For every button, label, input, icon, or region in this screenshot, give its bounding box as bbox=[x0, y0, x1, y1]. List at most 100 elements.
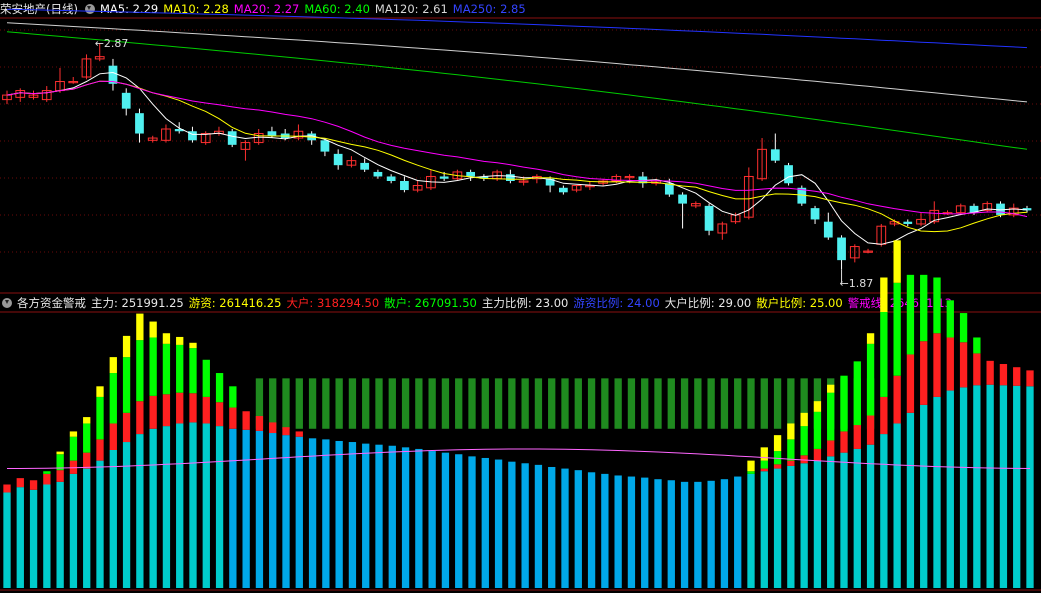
big-holder-bar bbox=[255, 416, 264, 431]
candle-body bbox=[386, 176, 396, 181]
retail-bar bbox=[162, 343, 171, 395]
big-holder-bar bbox=[229, 407, 237, 429]
main-force-bar bbox=[428, 451, 436, 588]
main-force-bar bbox=[906, 412, 915, 588]
main-force-bar bbox=[508, 461, 516, 588]
main-force-bar bbox=[308, 438, 317, 588]
dark-band-bar bbox=[441, 378, 450, 429]
main-force-bar bbox=[83, 468, 91, 588]
main-force-bar bbox=[654, 479, 662, 588]
main-force-bar bbox=[1013, 385, 1021, 588]
dark-band-bar bbox=[654, 378, 662, 429]
big-holder-bar bbox=[176, 392, 184, 424]
hot-money-bar bbox=[149, 321, 157, 338]
retail-bar bbox=[229, 386, 237, 408]
big-holder-bar bbox=[3, 484, 11, 493]
big-holder-bar bbox=[282, 427, 290, 436]
dark-band-bar bbox=[787, 378, 795, 429]
main-force-bar bbox=[375, 444, 383, 588]
retail-bar bbox=[973, 337, 981, 354]
big-holder-bar bbox=[920, 341, 928, 405]
ma120-line bbox=[6, 22, 1028, 103]
main-force-bar bbox=[255, 430, 264, 588]
big-holder-bar bbox=[16, 478, 24, 488]
candle-body bbox=[903, 221, 913, 224]
main-force-bar bbox=[773, 468, 782, 588]
candle-body bbox=[810, 208, 820, 220]
dark-band-bar bbox=[627, 378, 636, 429]
main-force-bar bbox=[109, 450, 117, 588]
ma20-line bbox=[6, 80, 1028, 218]
candle-body bbox=[135, 113, 144, 134]
ma5-line bbox=[6, 71, 1028, 245]
main-force-bar bbox=[56, 481, 64, 588]
main-force-bar bbox=[348, 442, 357, 588]
dark-band-bar bbox=[667, 378, 675, 429]
dark-band-bar bbox=[734, 378, 742, 429]
dark-band-bar bbox=[322, 378, 330, 429]
retail-bar bbox=[189, 348, 197, 394]
retail-bar bbox=[202, 359, 210, 397]
dark-band-bar bbox=[362, 378, 370, 429]
main-force-bar bbox=[787, 465, 795, 588]
main-force-bar bbox=[3, 492, 11, 588]
main-force-bar bbox=[521, 463, 529, 588]
dark-band-bar bbox=[574, 378, 582, 429]
main-force-bar bbox=[641, 477, 649, 588]
main-force-bar bbox=[800, 463, 808, 588]
main-force-bar bbox=[401, 447, 410, 588]
hot-money-bar bbox=[56, 451, 64, 455]
main-force-bar bbox=[481, 457, 489, 588]
big-holder-bar bbox=[149, 395, 157, 429]
candle-body bbox=[784, 165, 793, 184]
dark-band-bar bbox=[694, 378, 702, 429]
main-force-bar bbox=[1026, 386, 1034, 588]
main-force-bar bbox=[136, 434, 144, 588]
retail-bar bbox=[96, 396, 104, 440]
main-force-bar bbox=[680, 481, 689, 588]
main-force-bar bbox=[229, 428, 237, 588]
dark-band-bar bbox=[335, 378, 343, 429]
hot-money-bar bbox=[96, 386, 104, 397]
main-force-bar bbox=[162, 426, 171, 588]
dark-band-bar bbox=[388, 378, 396, 429]
main-force-bar bbox=[920, 404, 928, 588]
dark-band-bar bbox=[508, 378, 516, 429]
candle-body bbox=[466, 171, 476, 177]
main-force-bar bbox=[176, 423, 184, 588]
big-holder-bar bbox=[906, 354, 915, 413]
dark-band-bar bbox=[720, 378, 729, 429]
retail-bar bbox=[813, 411, 822, 449]
hot-money-bar bbox=[162, 333, 171, 344]
dark-band-bar bbox=[601, 378, 609, 429]
candle-body bbox=[373, 171, 383, 177]
main-force-bar bbox=[441, 452, 450, 588]
big-holder-bar bbox=[800, 455, 808, 464]
big-holder-bar bbox=[1026, 370, 1034, 387]
main-force-bar bbox=[548, 466, 556, 588]
main-force-bar bbox=[69, 473, 78, 588]
big-holder-bar bbox=[853, 425, 861, 449]
candle-body bbox=[837, 237, 846, 261]
main-force-bar bbox=[215, 426, 224, 588]
candle-body bbox=[823, 221, 833, 238]
dark-band-bar bbox=[773, 378, 782, 429]
main-force-bar bbox=[242, 429, 250, 588]
hot-money-bar bbox=[893, 240, 901, 283]
retail-bar bbox=[176, 344, 184, 393]
main-force-bar bbox=[866, 444, 875, 588]
big-holder-bar bbox=[109, 423, 117, 450]
dark-band-bar bbox=[348, 378, 357, 429]
candle-body bbox=[227, 131, 237, 145]
retail-bar bbox=[43, 471, 51, 474]
retail-bar bbox=[136, 340, 144, 402]
dark-band-bar bbox=[308, 378, 317, 429]
chart-canvas[interactable]: ←2.87 ←1.87 bbox=[0, 0, 1041, 593]
main-force-bar bbox=[747, 473, 755, 588]
low-price-marker: ←1.87 bbox=[840, 277, 874, 290]
big-holder-bar bbox=[893, 375, 901, 424]
main-force-bar bbox=[322, 439, 330, 588]
hot-money-bar bbox=[83, 417, 91, 424]
big-holder-bar bbox=[189, 393, 197, 423]
retail-bar bbox=[840, 375, 848, 432]
